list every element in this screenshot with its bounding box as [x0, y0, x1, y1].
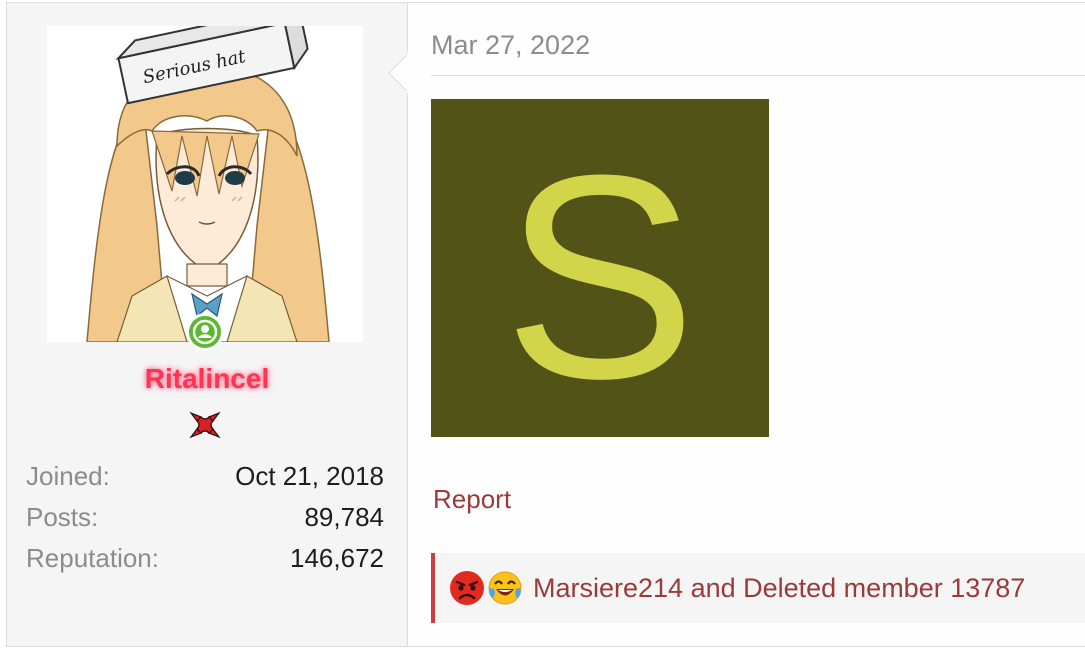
user-info-panel: Serious hat Ritalincel Joined: Oct 21, 2… — [7, 3, 408, 646]
post-arrow-pointer — [388, 53, 409, 93]
report-link[interactable]: Report — [433, 484, 511, 515]
post-attached-image[interactable]: S — [431, 99, 769, 439]
username-link[interactable]: Ritalincel — [7, 363, 407, 395]
angry-face-icon — [450, 571, 484, 605]
image-letter: S — [503, 115, 696, 437]
online-status-badge — [186, 313, 224, 351]
stat-value: Oct 21, 2018 — [235, 461, 384, 491]
post-date-link[interactable]: Mar 27, 2022 — [431, 30, 590, 61]
stat-label: Posts: — [26, 502, 99, 532]
stat-value: 146,672 — [290, 543, 384, 573]
user-stats: Joined: Oct 21, 2018 Posts: 89,784 Reput… — [26, 456, 384, 579]
user-online-icon — [189, 316, 221, 348]
stat-posts: Posts: 89,784 — [26, 497, 384, 538]
stat-label: Joined: — [26, 461, 110, 491]
reactors-list-link[interactable]: Marsiere214 and Deleted member 13787 — [533, 573, 1025, 604]
forum-post: Serious hat Ritalincel Joined: Oct 21, 2… — [6, 2, 1085, 647]
stat-value: 89,784 — [304, 502, 384, 532]
reactions-bar[interactable]: Marsiere214 and Deleted member 13787 — [431, 553, 1085, 623]
stat-label: Reputation: — [26, 543, 159, 573]
stat-joined: Joined: Oct 21, 2018 — [26, 456, 384, 497]
laughing-crying-face-icon — [488, 571, 522, 605]
avatar-image: Serious hat — [86, 26, 330, 342]
user-avatar[interactable]: Serious hat — [47, 26, 363, 342]
divider — [431, 75, 1085, 76]
anger-symbol-icon — [189, 411, 221, 439]
stat-reputation: Reputation: 146,672 — [26, 538, 384, 579]
